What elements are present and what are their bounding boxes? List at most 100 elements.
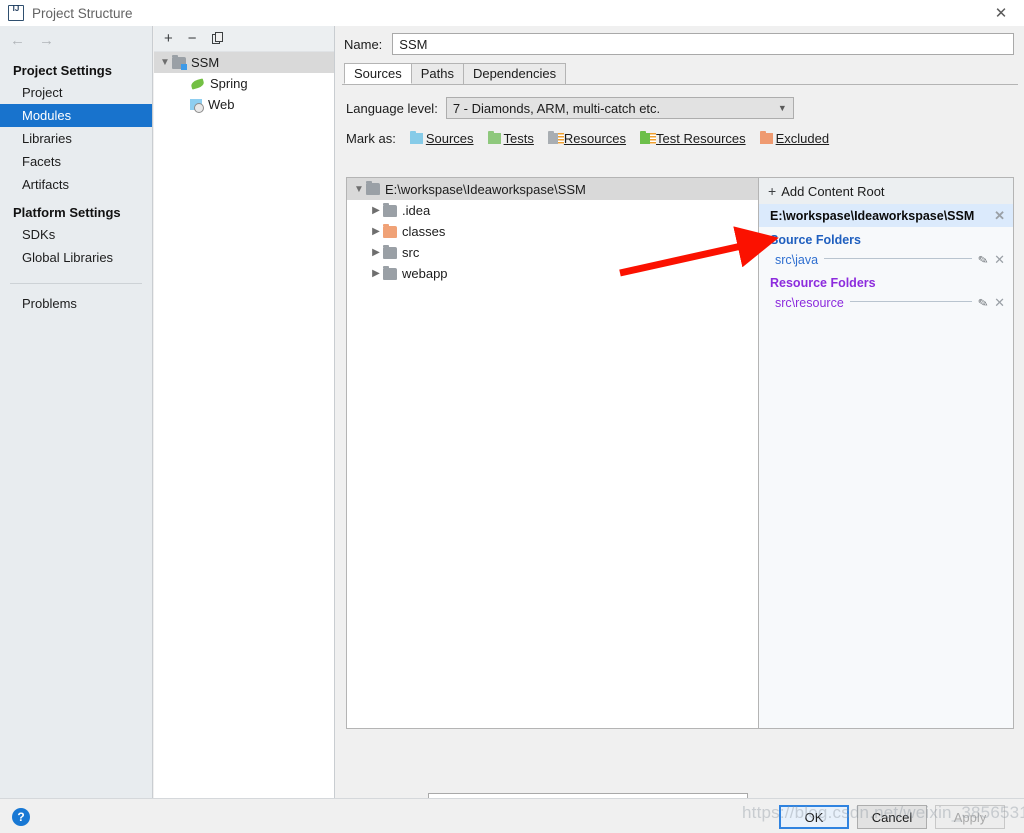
tab-sources[interactable]: Sources — [344, 63, 412, 84]
module-name-input[interactable]: SSM — [392, 33, 1014, 55]
help-icon[interactable]: ? — [12, 808, 30, 826]
add-content-root-button[interactable]: + Add Content Root — [759, 178, 1013, 204]
tree-row-webapp[interactable]: ▶ webapp — [347, 263, 758, 284]
facet-label: Web — [208, 97, 235, 112]
close-icon[interactable]: ✕ — [994, 295, 1005, 311]
content-root-entry-path: E:\workspase\Ideaworkspase\SSM — [770, 208, 975, 223]
add-module-button[interactable]: + — [164, 31, 173, 46]
content-root-entry-header[interactable]: E:\workspase\Ideaworkspase\SSM ✕ — [759, 204, 1013, 227]
sidebar-item-project[interactable]: Project — [0, 81, 152, 104]
sidebar-item-libraries[interactable]: Libraries — [0, 127, 152, 150]
close-icon[interactable]: ✕ — [994, 208, 1005, 224]
mark-as-label-sources: Sources — [425, 131, 474, 146]
tab-dependencies[interactable]: Dependencies — [462, 63, 567, 84]
language-level-value: 7 - Diamonds, ARM, multi-catch etc. — [452, 100, 661, 116]
chevron-right-icon[interactable]: ▶ — [369, 268, 383, 279]
module-editor-panel: Name: SSM Sources Paths Dependencies Lan… — [336, 26, 1024, 833]
mark-as-sources-button[interactable]: Sources — [409, 131, 474, 146]
folder-icon — [383, 244, 397, 259]
tree-row-label: classes — [402, 224, 446, 239]
chevron-down-icon[interactable]: ▼ — [352, 184, 366, 195]
facet-row-web[interactable]: Web — [154, 94, 334, 115]
cancel-button[interactable]: Cancel — [857, 805, 927, 829]
chevron-down-icon[interactable]: ▼ — [158, 57, 172, 68]
content-root-tree: ▼ E:\workspase\Ideaworkspase\SSM ▶ .idea… — [347, 178, 759, 728]
mark-as-resources-button[interactable]: Resources — [547, 131, 627, 146]
content-root-path: E:\workspase\Ideaworkspase\SSM — [385, 181, 586, 197]
content-roots-area: ▼ E:\workspase\Ideaworkspase\SSM ▶ .idea… — [346, 177, 1014, 729]
ok-button[interactable]: OK — [779, 805, 849, 829]
arrow-left-icon[interactable]: ← — [10, 33, 25, 48]
row-underline — [849, 301, 973, 302]
arrow-right-icon[interactable]: → — [39, 33, 54, 48]
chevron-right-icon[interactable]: ▶ — [369, 247, 383, 258]
pencil-icon[interactable]: ✎ — [977, 295, 990, 311]
facet-label: Spring — [210, 76, 248, 91]
mark-as-test-resources-button[interactable]: Test Resources — [640, 131, 746, 146]
module-folder-icon — [172, 54, 187, 70]
language-level-row: Language level: 7 - Diamonds, ARM, multi… — [342, 85, 1018, 119]
folder-icon — [383, 265, 397, 280]
tree-row-classes[interactable]: ▶ classes — [347, 221, 758, 242]
source-folders-title: Source Folders — [770, 233, 861, 247]
resource-folders-title: Resource Folders — [770, 276, 876, 290]
tree-row-label: webapp — [402, 266, 448, 281]
module-tree-row-ssm[interactable]: ▼ SSM — [154, 52, 334, 73]
tree-row-src[interactable]: ▶ src — [347, 242, 758, 263]
row-underline — [824, 258, 973, 259]
source-folder-row[interactable]: src\java ✎ ✕ — [759, 249, 1013, 270]
close-icon[interactable]: ✕ — [994, 252, 1005, 268]
tree-row-label: src — [402, 245, 420, 260]
mark-as-row: Mark as: Sources Tests Resources Test Re… — [342, 119, 1018, 146]
chevron-right-icon[interactable]: ▶ — [369, 226, 383, 237]
tab-paths[interactable]: Paths — [410, 63, 464, 84]
sidebar-item-artifacts[interactable]: Artifacts — [0, 173, 152, 196]
add-content-root-label: Add Content Root — [781, 183, 885, 199]
sidebar-group-project-settings: Project Settings — [13, 63, 112, 78]
folder-icon — [383, 202, 397, 217]
facet-row-spring[interactable]: Spring — [154, 73, 334, 94]
close-icon[interactable]: ✕ — [978, 0, 1024, 26]
apply-button[interactable]: Apply — [935, 805, 1005, 829]
sidebar-item-problems[interactable]: Problems — [0, 292, 152, 315]
module-tabs: Sources Paths Dependencies — [336, 62, 1024, 84]
language-level-select[interactable]: 7 - Diamonds, ARM, multi-catch etc. ▼ — [445, 97, 794, 119]
tree-row-idea[interactable]: ▶ .idea — [347, 200, 758, 221]
settings-sidebar: ← → Project Settings Project Modules Lib… — [0, 26, 153, 798]
resource-folder-row[interactable]: src\resource ✎ ✕ — [759, 292, 1013, 313]
plus-icon: + — [768, 183, 777, 199]
sidebar-group-platform-settings: Platform Settings — [13, 205, 121, 220]
content-root-header-row[interactable]: ▼ E:\workspase\Ideaworkspase\SSM — [347, 178, 758, 200]
remove-module-button[interactable]: − — [188, 31, 197, 46]
web-facet-icon — [190, 98, 204, 113]
source-folder-path: src\java — [775, 252, 819, 267]
mark-as-label-tests: Tests — [503, 131, 534, 146]
pencil-icon[interactable]: ✎ — [977, 252, 990, 268]
chevron-down-icon: ▼ — [777, 103, 787, 113]
chevron-right-icon[interactable]: ▶ — [369, 205, 383, 216]
module-label: SSM — [191, 55, 220, 70]
sidebar-item-modules[interactable]: Modules — [0, 104, 152, 127]
mark-as-label: Mark as: — [346, 131, 396, 146]
intellij-idea-icon — [8, 4, 24, 21]
mark-as-excluded-button[interactable]: Excluded — [759, 131, 830, 146]
sources-folder-icon — [409, 131, 423, 144]
content-root-details: + Add Content Root E:\workspase\Ideawork… — [759, 178, 1013, 728]
language-level-label: Language level: — [346, 100, 438, 116]
window-title: Project Structure — [32, 5, 133, 21]
mark-as-tests-button[interactable]: Tests — [487, 131, 534, 146]
tests-folder-icon — [487, 131, 501, 144]
sidebar-item-sdks[interactable]: SDKs — [0, 223, 152, 246]
test-resources-folder-icon — [640, 131, 657, 144]
mark-as-label-resources: Resources — [563, 131, 627, 146]
folder-excluded-icon — [383, 223, 397, 238]
dialog-footer: ? OK Cancel Apply — [0, 798, 1024, 833]
modules-toolbar: + − — [154, 26, 334, 52]
title-bar: Project Structure ✕ — [0, 0, 1024, 26]
sidebar-item-facets[interactable]: Facets — [0, 150, 152, 173]
copy-icon[interactable] — [211, 32, 225, 45]
resource-folder-path: src\resource — [775, 295, 844, 310]
project-structure-dialog: Project Structure ✕ ← → Project Settings… — [0, 0, 1024, 833]
sidebar-item-global-libraries[interactable]: Global Libraries — [0, 246, 152, 269]
mark-as-label-excluded: Excluded — [775, 131, 830, 146]
